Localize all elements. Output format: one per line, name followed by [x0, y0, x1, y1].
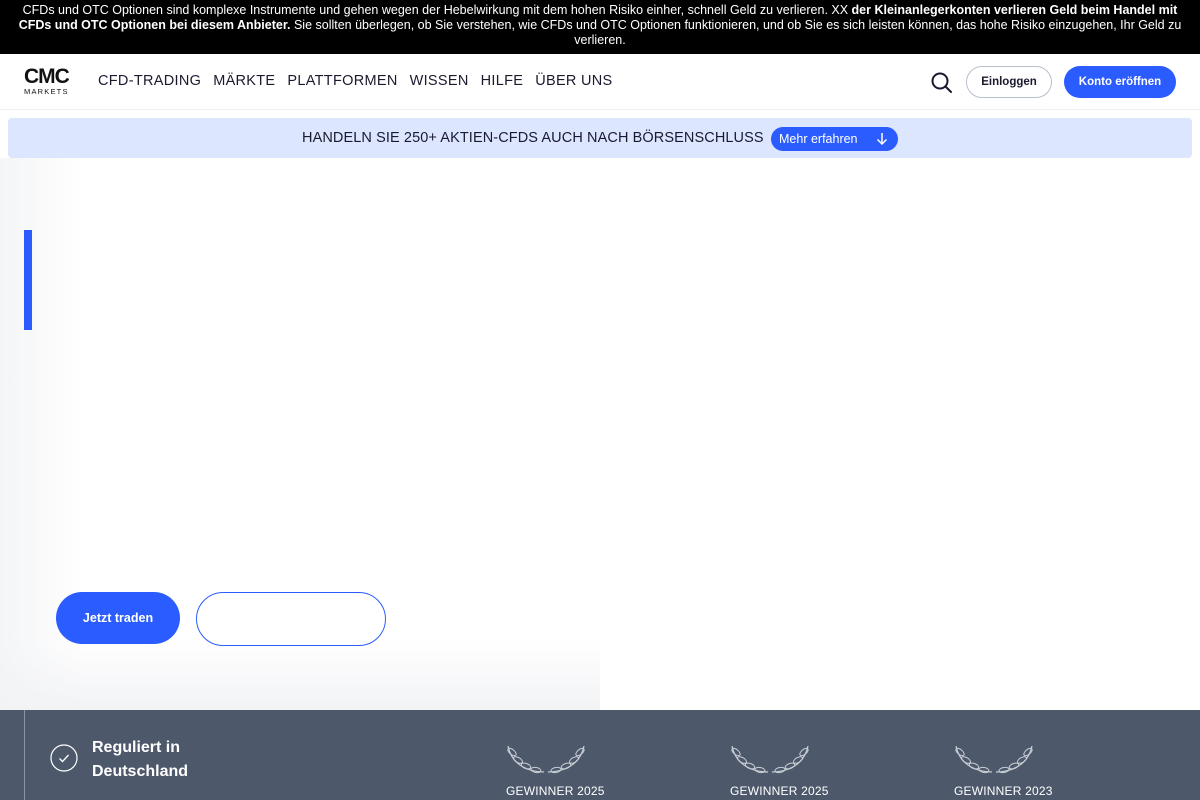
- hero-bottom-shade: [0, 640, 600, 710]
- open-account-button[interactable]: Konto eröffnen: [1064, 66, 1176, 98]
- nav-item-plattformen[interactable]: PLATTFORMEN: [287, 73, 397, 89]
- nav-item-hilfe[interactable]: HILFE: [481, 73, 524, 89]
- main-navigation: CMC MARKETS CFD-TRADING MÄRKTE PLATTFORM…: [0, 54, 1200, 110]
- logo-wordmark: CMC: [24, 65, 70, 88]
- trade-now-button[interactable]: Jetzt traden: [56, 592, 180, 644]
- check-circle-icon: [50, 744, 78, 772]
- search-icon[interactable]: [930, 71, 954, 95]
- risk-warning-text: CFDs und OTC Optionen sind komplexe Inst…: [22, 3, 852, 17]
- cmc-markets-logo[interactable]: CMC MARKETS: [24, 65, 78, 97]
- login-button[interactable]: Einloggen: [966, 66, 1052, 98]
- nav-menu: CFD-TRADING MÄRKTE PLATTFORMEN WISSEN HI…: [98, 73, 613, 89]
- award-badge: GEWINNER 2025: [506, 742, 616, 800]
- strip-divider: [24, 710, 25, 800]
- laurel-icon: [955, 745, 1033, 774]
- nav-item-wissen[interactable]: WISSEN: [410, 73, 469, 89]
- logo-subtitle: MARKETS: [24, 87, 69, 96]
- learn-more-button[interactable]: Mehr erfahren: [771, 127, 898, 151]
- award-label: GEWINNER 2023: [954, 784, 1053, 798]
- nav-item-cfd-trading[interactable]: CFD-TRADING: [98, 73, 201, 89]
- risk-warning-tail-text: Sie sollten überlegen, ob Sie verstehen,…: [290, 18, 1182, 47]
- arrow-down-icon: [876, 133, 888, 146]
- award-label: GEWINNER 2025: [506, 784, 605, 798]
- nav-item-ueber-uns[interactable]: ÜBER UNS: [535, 73, 612, 89]
- risk-warning-banner: CFDs und OTC Optionen sind komplexe Inst…: [0, 0, 1200, 54]
- nav-item-maerkte[interactable]: MÄRKTE: [213, 73, 275, 89]
- learn-more-label: Mehr erfahren: [779, 132, 858, 146]
- hero-accent-bar: [24, 230, 32, 330]
- promo-banner: HANDELN SIE 250+ AKTIEN-CFDS AUCH NACH B…: [8, 118, 1192, 158]
- regulated-text: Reguliert in Deutschland: [92, 739, 189, 780]
- promo-text: HANDELN SIE 250+ AKTIEN-CFDS AUCH NACH B…: [302, 130, 764, 146]
- trust-strip: Reguliert in Deutschland GEWINNER 2025 G…: [0, 710, 1200, 800]
- laurel-icon: [731, 745, 809, 774]
- secondary-hero-button[interactable]: [196, 592, 386, 646]
- laurel-icon: [507, 745, 585, 774]
- award-badge: GEWINNER 2025: [730, 742, 840, 800]
- award-badge: GEWINNER 2023: [954, 742, 1064, 800]
- award-label: GEWINNER 2025: [730, 784, 829, 798]
